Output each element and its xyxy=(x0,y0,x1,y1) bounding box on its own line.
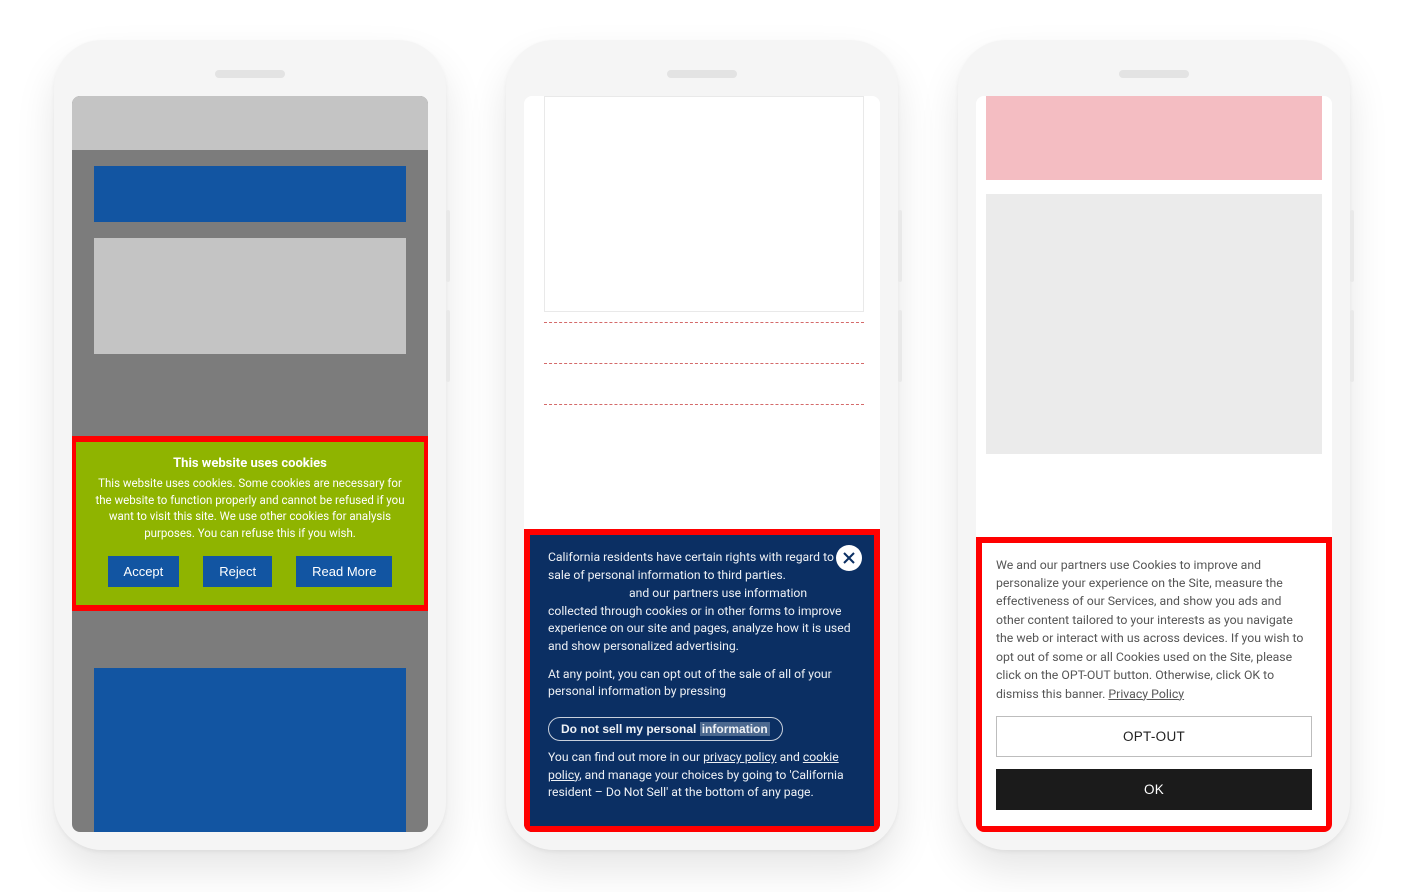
button-text-highlight: information xyxy=(700,722,770,736)
wireframe-lines xyxy=(544,322,864,405)
phone-speaker xyxy=(667,70,737,78)
banner-paragraph: You can find out more in our privacy pol… xyxy=(548,749,856,802)
wireframe-block xyxy=(986,96,1322,180)
wireframe-block xyxy=(544,96,864,312)
wireframe-block xyxy=(986,194,1322,454)
banner-title: This website uses cookies xyxy=(92,456,408,471)
banner-paragraph: At any point, you can opt out of the sal… xyxy=(548,666,856,701)
read-more-button[interactable]: Read More xyxy=(296,556,392,587)
phone-screen: This website uses cookies This website u… xyxy=(72,96,428,832)
privacy-policy-link[interactable]: privacy policy xyxy=(703,750,776,764)
phone-screen: We and our partners use Cookies to impro… xyxy=(976,96,1332,832)
wireframe-divider xyxy=(544,322,864,323)
phone-speaker xyxy=(215,70,285,78)
wireframe-block xyxy=(94,238,406,354)
banner-button-row: Accept Reject Read More xyxy=(92,556,408,587)
banner-body: This website uses cookies. Some cookies … xyxy=(92,475,408,542)
reject-button[interactable]: Reject xyxy=(203,556,272,587)
wireframe-block xyxy=(94,166,406,222)
accept-button[interactable]: Accept xyxy=(108,556,180,587)
close-icon xyxy=(843,552,855,564)
privacy-policy-link[interactable]: Privacy Policy xyxy=(1108,688,1184,702)
banner-text: and xyxy=(777,750,803,764)
do-not-sell-button[interactable]: Do not sell my personal information xyxy=(548,717,783,741)
cookie-consent-banner: This website uses cookies This website u… xyxy=(72,436,428,611)
phone-side-button xyxy=(1350,310,1354,382)
ok-button[interactable]: OK xyxy=(996,769,1312,810)
phone-mockup-3: We and our partners use Cookies to impro… xyxy=(958,40,1350,850)
wireframe-block xyxy=(72,96,428,150)
phone-side-button xyxy=(446,210,450,282)
phone-screen: California residents have certain rights… xyxy=(524,96,880,832)
page-content xyxy=(524,96,880,405)
banner-text: , and manage your choices by going to 'C… xyxy=(548,768,844,800)
close-button[interactable] xyxy=(836,545,862,571)
opt-out-button[interactable]: OPT-OUT xyxy=(996,716,1312,757)
wireframe-divider xyxy=(544,363,864,364)
banner-body: We and our partners use Cookies to impro… xyxy=(996,557,1312,705)
phone-mockup-1: This website uses cookies This website u… xyxy=(54,40,446,850)
phone-side-button xyxy=(446,310,450,382)
wireframe-divider xyxy=(544,404,864,405)
phone-mockup-2: California residents have certain rights… xyxy=(506,40,898,850)
banner-text: We and our partners use Cookies to impro… xyxy=(996,559,1303,702)
phone-speaker xyxy=(1119,70,1189,78)
banner-text: California residents have certain rights… xyxy=(548,550,854,582)
phone-side-button xyxy=(898,310,902,382)
wireframe-block xyxy=(94,668,406,832)
highlight-frame: This website uses cookies This website u… xyxy=(72,436,428,611)
ccpa-consent-banner: California residents have certain rights… xyxy=(524,529,880,832)
cookie-consent-banner: We and our partners use Cookies to impro… xyxy=(976,537,1332,833)
phone-side-button xyxy=(898,210,902,282)
button-text: Do not sell my personal xyxy=(561,722,700,736)
phone-gallery: This website uses cookies This website u… xyxy=(0,0,1404,850)
banner-text: and our partners use information collect… xyxy=(548,586,851,653)
phone-side-button xyxy=(1350,210,1354,282)
banner-paragraph: California residents have certain rights… xyxy=(548,549,856,655)
banner-text: You can find out more in our xyxy=(548,750,703,764)
